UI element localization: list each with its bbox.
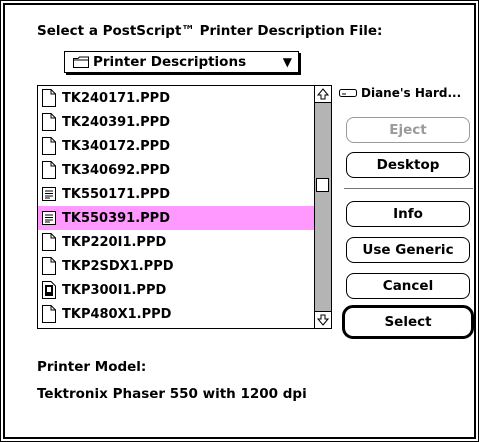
document-icon [42, 161, 56, 179]
scroll-up-arrow-icon[interactable] [315, 86, 331, 103]
popup-arrow-icon: ▼ [282, 55, 292, 69]
current-disk: Diane's Hard... [339, 86, 461, 100]
file-name: TKP2SDX1.PPD [62, 258, 174, 274]
file-list-item[interactable]: TKP480X1.PPD [38, 302, 314, 326]
scroll-thumb[interactable] [316, 178, 329, 192]
file-name: TK340692.PPD [62, 162, 170, 178]
use-generic-button[interactable]: Use Generic [346, 237, 470, 263]
vertical-scrollbar[interactable] [314, 86, 331, 328]
document-icon [42, 113, 56, 131]
desktop-button[interactable]: Desktop [346, 152, 470, 178]
scroll-down-arrow-icon[interactable] [315, 311, 331, 328]
file-list-item[interactable]: TKP300I1.PPD [38, 278, 314, 302]
info-button[interactable]: Info [346, 201, 470, 227]
select-button[interactable]: Select [342, 305, 474, 339]
printer-description-dialog: Select a PostScript™ Printer Description… [0, 0, 479, 442]
hard-disk-icon [339, 89, 357, 97]
file-name: TK240171.PPD [62, 90, 170, 106]
file-list-item[interactable]: TK340172.PPD [38, 134, 314, 158]
folder-popup-label: Printer Descriptions [93, 54, 247, 70]
folder-popup-menu[interactable]: Printer Descriptions ▼ [64, 51, 299, 73]
file-name: TK550171.PPD [62, 186, 170, 202]
application-icon [42, 281, 56, 299]
dialog-prompt: Select a PostScript™ Printer Description… [37, 23, 383, 39]
file-list-item[interactable]: TKP2SDX1.PPD [38, 254, 314, 278]
file-list[interactable]: TK240171.PPD TK240391.PPD TK340172.PPD TK34… [37, 85, 332, 329]
file-list-item[interactable]: TK240171.PPD [38, 86, 314, 110]
cancel-button[interactable]: Cancel [346, 273, 470, 299]
folder-icon [73, 56, 89, 68]
file-list-item[interactable]: TKP220I1.PPD [38, 230, 314, 254]
document-icon [42, 137, 56, 155]
file-name: TKP480X1.PPD [62, 306, 172, 322]
file-list-item[interactable]: TK340692.PPD [38, 158, 314, 182]
file-list-item[interactable]: TK240391.PPD [38, 110, 314, 134]
file-name: TK340172.PPD [62, 138, 170, 154]
button-separator [344, 188, 473, 189]
document-icon [42, 233, 56, 251]
printer-model-value: Tektronix Phaser 550 with 1200 dpi [37, 386, 307, 402]
text-document-icon [42, 185, 56, 203]
file-name: TKP220I1.PPD [62, 234, 167, 250]
document-icon [42, 305, 56, 323]
printer-model-label: Printer Model: [37, 359, 147, 375]
document-icon [42, 89, 56, 107]
file-name: TK550391.PPD [62, 210, 170, 226]
disk-name: Diane's Hard... [361, 86, 462, 100]
document-icon [42, 257, 56, 275]
file-name: TK240391.PPD [62, 114, 170, 130]
file-list-rows: TK240171.PPD TK240391.PPD TK340172.PPD TK34… [38, 86, 314, 328]
file-list-item[interactable]: TK550171.PPD [38, 182, 314, 206]
file-name: TKP300I1.PPD [62, 282, 167, 298]
file-list-item[interactable]: TK550391.PPD [38, 206, 314, 230]
text-document-icon [42, 209, 56, 227]
eject-button[interactable]: Eject [346, 117, 470, 143]
